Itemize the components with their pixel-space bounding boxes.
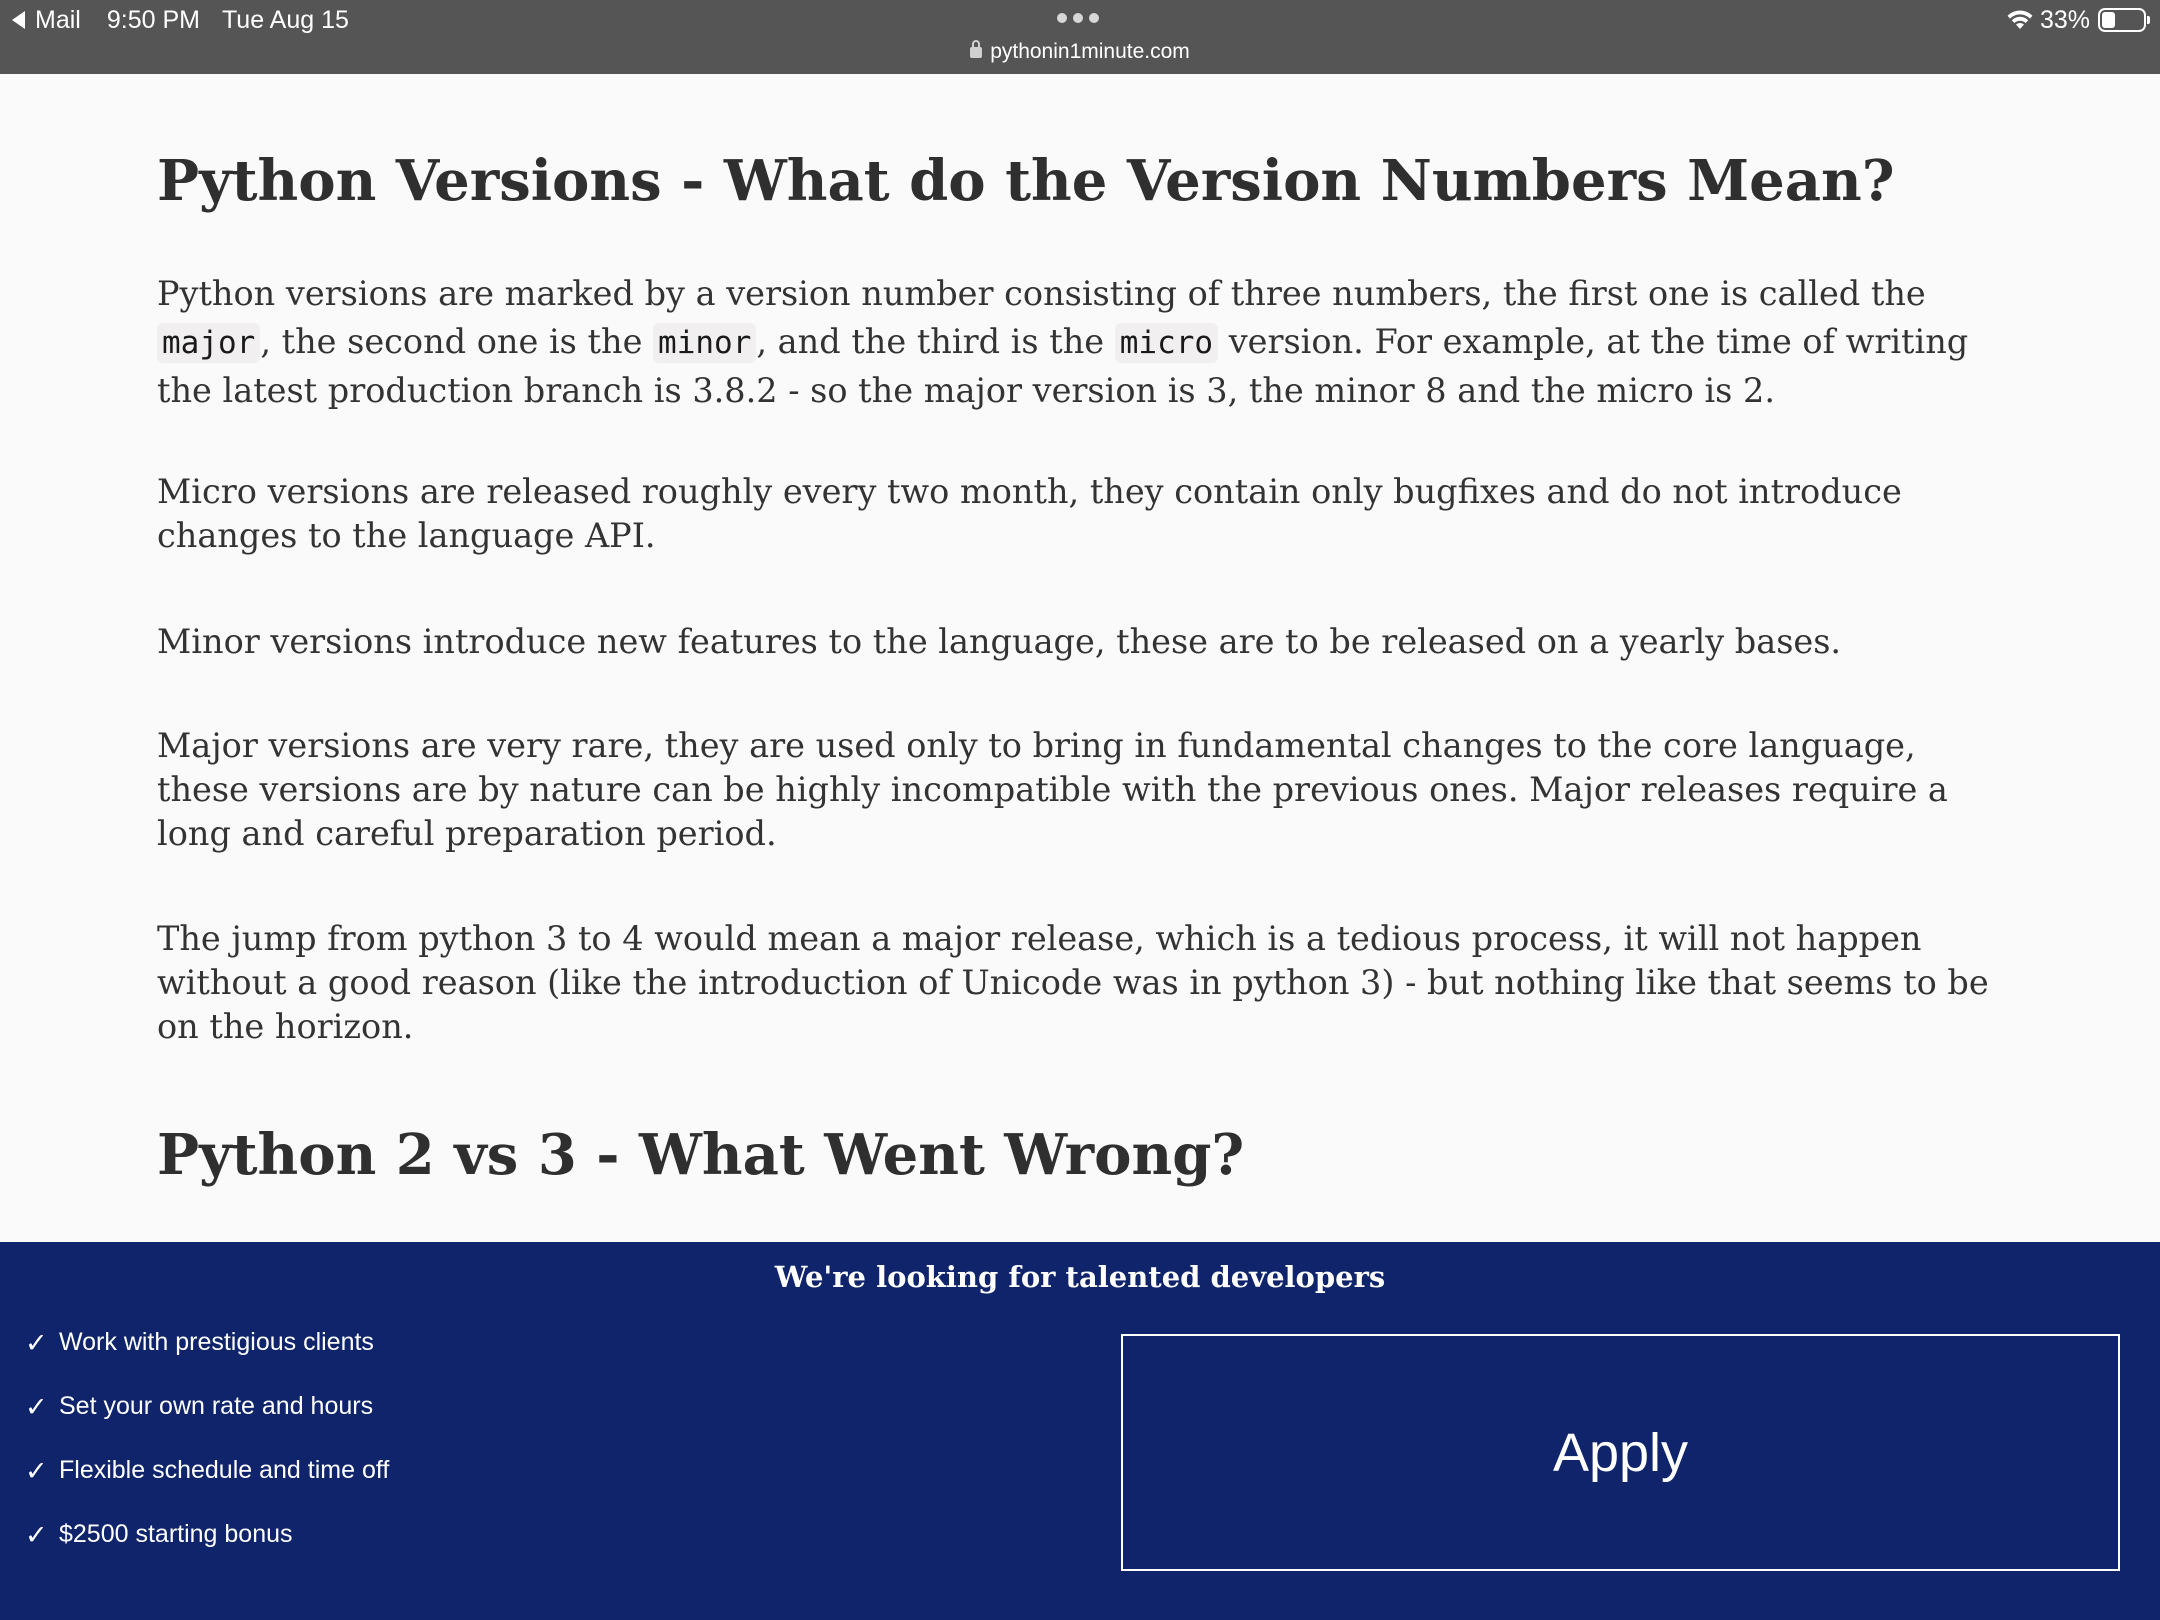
benefit-text: Set your own rate and hours xyxy=(59,1392,374,1420)
battery-icon xyxy=(2098,8,2150,32)
status-right: 33% xyxy=(2006,5,2150,35)
battery-percentage: 33% xyxy=(2039,5,2090,34)
status-left: Mail 9:50 PM Tue Aug 15 xyxy=(12,4,349,36)
paragraph-text: , the second one is the xyxy=(260,322,654,361)
benefits-list: ✓ Work with prestigious clients ✓ Set your… xyxy=(25,1328,389,1584)
code-minor: minor xyxy=(653,323,757,363)
code-micro: micro xyxy=(1114,323,1219,363)
paragraph-text: Python versions are marked by a version … xyxy=(157,274,1926,313)
wifi-icon xyxy=(2006,9,2034,31)
checkmark-icon: ✓ xyxy=(25,1392,48,1422)
page-title: Python Versions - What do the Version Nu… xyxy=(157,148,1895,214)
section-heading-python-2-vs-3: Python 2 vs 3 - What Went Wrong? xyxy=(157,1122,1245,1188)
status-time: 9:50 PM xyxy=(106,5,200,34)
url-text: pythonin1minute.com xyxy=(990,40,1190,63)
back-arrow-icon[interactable] xyxy=(12,11,25,29)
paragraph-python-4: The jump from python 3 to 4 would mean a… xyxy=(157,919,1989,1046)
checkmark-icon: ✓ xyxy=(25,1456,48,1486)
lock-icon xyxy=(970,40,983,58)
benefit-item: ✓ Set your own rate and hours xyxy=(25,1392,389,1456)
benefit-item: ✓ $2500 starting bonus xyxy=(25,1520,389,1584)
benefit-item: ✓ Work with prestigious clients xyxy=(25,1328,389,1392)
apply-button[interactable]: Apply xyxy=(1121,1334,2120,1571)
back-to-app-link[interactable]: Mail xyxy=(35,6,81,35)
battery-fill xyxy=(2102,12,2116,28)
recruiting-banner: We're looking for talented developers ✓ W… xyxy=(0,1242,2160,1620)
paragraph-minor-versions: Minor versions introduce new features to… xyxy=(157,622,1842,661)
benefit-item: ✓ Flexible schedule and time off xyxy=(25,1456,389,1520)
paragraph-text: , and the third is the xyxy=(756,322,1115,361)
multitasking-dots-icon[interactable] xyxy=(1057,13,1099,23)
paragraph-major-versions: Major versions are very rare, they are u… xyxy=(157,726,1948,853)
code-major: major xyxy=(157,323,261,363)
address-bar[interactable]: pythonin1minute.com xyxy=(0,40,2160,64)
checkmark-icon: ✓ xyxy=(25,1520,48,1550)
paragraph-version-numbers: Python versions are marked by a version … xyxy=(157,270,2007,415)
status-date: Tue Aug 15 xyxy=(221,5,349,34)
paragraph-micro-versions: Micro versions are released roughly ever… xyxy=(157,472,1902,555)
checkmark-icon: ✓ xyxy=(25,1328,48,1358)
benefit-text: Work with prestigious clients xyxy=(59,1328,374,1356)
browser-status-bar: Mail 9:50 PM Tue Aug 15 pythonin1minute.… xyxy=(0,0,2160,74)
banner-title: We're looking for talented developers xyxy=(774,1260,1386,1294)
benefit-text: $2500 starting bonus xyxy=(59,1520,293,1548)
benefit-text: Flexible schedule and time off xyxy=(59,1456,390,1484)
